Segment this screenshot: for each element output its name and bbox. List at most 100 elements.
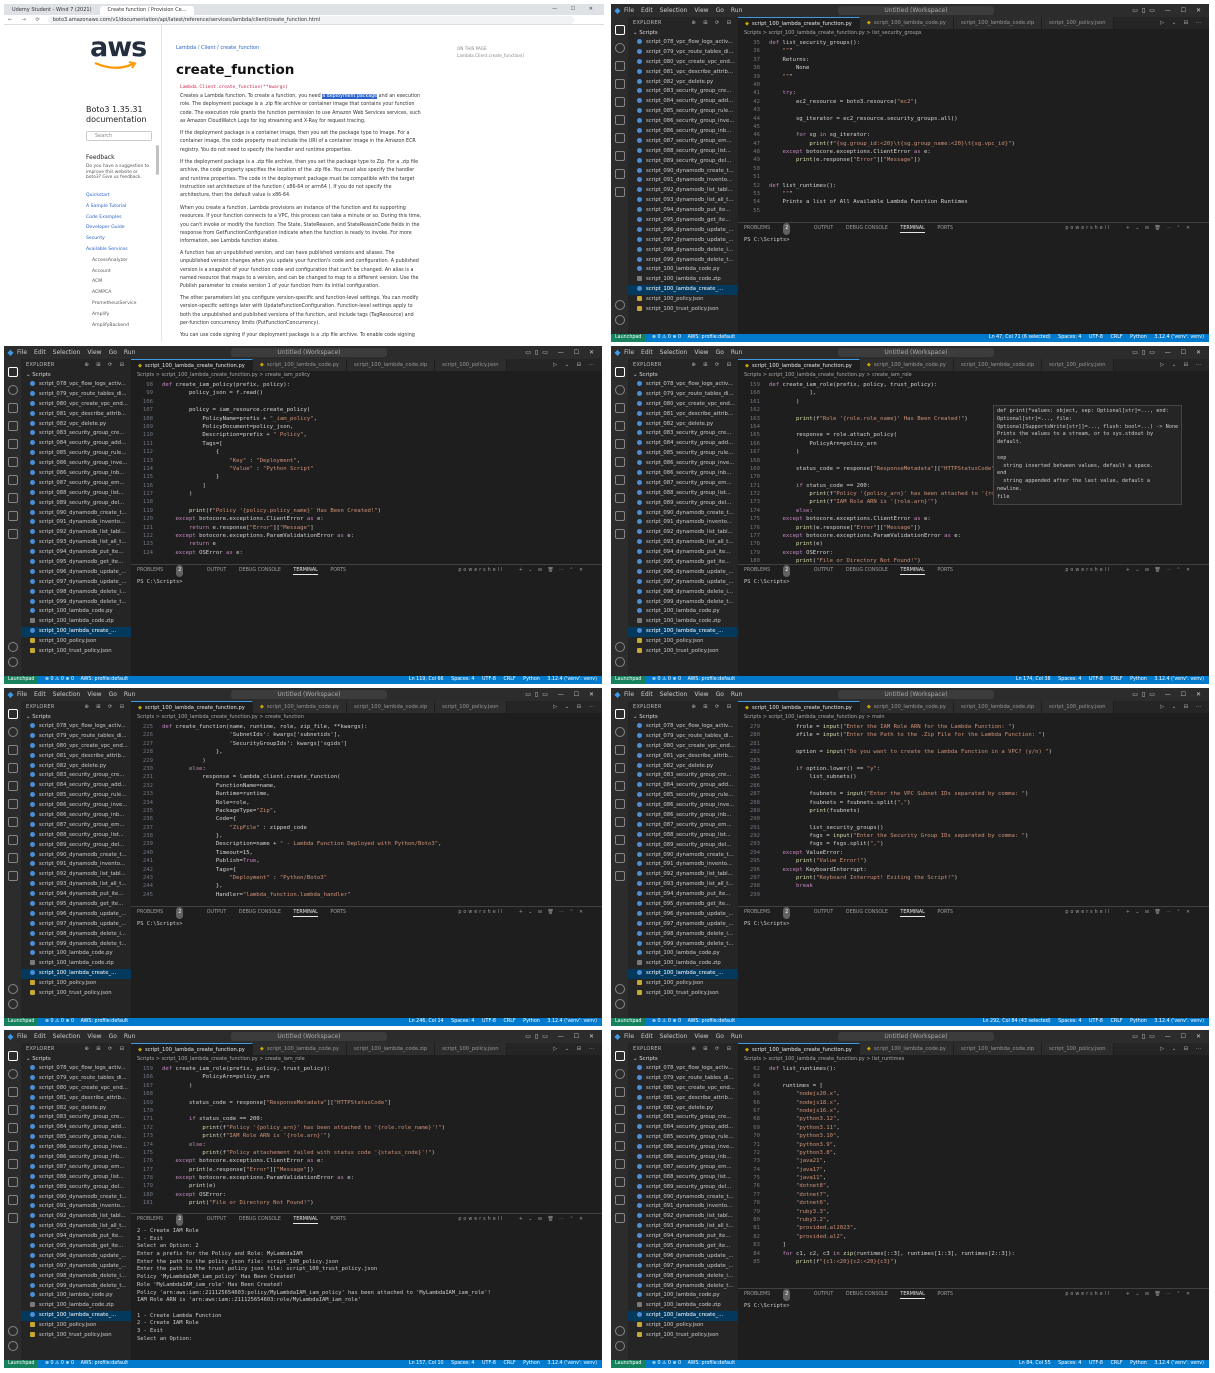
- indent-status[interactable]: Spaces: 4: [1058, 1019, 1081, 1024]
- code-editor[interactable]: 62 def list_runtimes(): 63 64 runtimes = [6…: [738, 1064, 1209, 1266]
- explorer-file-item[interactable]: script_100_lambda_code.zip: [21, 959, 131, 969]
- run-debug-icon[interactable]: [614, 421, 625, 431]
- explorer-file-item[interactable]: script_091_dynamodb_invento...: [628, 176, 738, 186]
- explorer-file-item[interactable]: script_086_security_group_inb...: [628, 469, 738, 479]
- explorer-file-item[interactable]: script_086_security_group_inve...: [628, 117, 738, 127]
- code-line[interactable]: 122 except botocore.exceptions.ParamVali…: [131, 532, 602, 540]
- code-line[interactable]: 47 print(f"{sg.group_id:<20}\t{sg.group_…: [738, 140, 1209, 148]
- code-line[interactable]: 46 for sg in sg_iterator:: [738, 131, 1209, 139]
- command-center-search[interactable]: Untitled (Workspace): [838, 690, 994, 699]
- explorer-file-item[interactable]: script_100_lambda_code.zip: [628, 617, 738, 627]
- explorer-file-item[interactable]: script_100_lambda_code.py: [21, 607, 131, 617]
- status-errors[interactable]: ⊗ 0 ⚠ 0 ⊕ 0: [652, 677, 681, 682]
- aws-profile-status[interactable]: AWS: profile:default: [688, 1019, 736, 1024]
- code-line[interactable]: 52 def list_runtimes():: [738, 182, 1209, 190]
- explorer-actions[interactable]: ⊕ ⊞ ⟳ ⊟: [691, 1043, 734, 1055]
- explorer-file-item[interactable]: script_089_security_group_del...: [628, 841, 738, 851]
- code-line[interactable]: 120 except botocore.exceptions.ClientErr…: [131, 515, 602, 523]
- explorer-file-item[interactable]: script_092_dynamodb_list_tabl...: [628, 1212, 738, 1222]
- explorer-file-item[interactable]: script_092_dynamodb_list_tabl...: [21, 870, 131, 880]
- code-line[interactable]: 177 print(e.response["Error"]["Message"]…: [131, 1166, 602, 1174]
- code-line[interactable]: 81 "provided.al2023",: [738, 1224, 1209, 1232]
- tab-lambda-create-function[interactable]: ◆ script_100_lambda_create_function.py: [738, 17, 860, 29]
- explorer-file-item[interactable]: script_080_vpc_create_vpc_end...: [21, 1084, 131, 1094]
- code-line[interactable]: 281: [738, 740, 1209, 748]
- docker-icon[interactable]: [614, 1213, 625, 1223]
- menu-go[interactable]: Go: [716, 349, 724, 356]
- tab-debug-console[interactable]: DEBUG CONSOLE: [846, 568, 888, 573]
- menu-view[interactable]: View: [694, 349, 708, 356]
- code-line[interactable]: 106: [131, 398, 602, 406]
- python-icon[interactable]: [7, 511, 18, 521]
- command-center-search[interactable]: Untitled (Workspace): [838, 6, 994, 15]
- code-line[interactable]: 171 if status_code == 200:: [131, 1115, 602, 1123]
- explorer-file-item[interactable]: script_088_security_group_list...: [21, 489, 131, 499]
- aws-toolkit-icon[interactable]: [614, 475, 625, 485]
- menu-file[interactable]: File: [624, 7, 634, 14]
- code-line[interactable]: 167 ): [131, 1082, 602, 1090]
- code-line[interactable]: 286: [738, 782, 1209, 790]
- code-line[interactable]: 181 print("File or Directory Not Found!"…: [131, 1199, 602, 1207]
- code-line[interactable]: 99 policy_json = f.read(): [131, 389, 602, 397]
- nav-sublink[interactable]: Amplify: [86, 310, 156, 321]
- folder-scripts[interactable]: ⌄ Scripts: [628, 1055, 738, 1064]
- code-line[interactable]: 55: [738, 207, 1209, 215]
- tab-problems[interactable]: PROBLEMS 2: [137, 1214, 194, 1226]
- tab-debug-console[interactable]: DEBUG CONSOLE: [846, 1292, 888, 1297]
- explorer-file-item[interactable]: script_084_security_group_add...: [21, 781, 131, 791]
- code-line[interactable]: 177 except botocore.exceptions.ParamVali…: [738, 532, 1209, 540]
- explorer-file-item[interactable]: script_090_dynamodb_create_t...: [628, 167, 738, 177]
- explorer-file-item[interactable]: script_095_dynamodb_get_ite...: [628, 1242, 738, 1252]
- code-line[interactable]: 110 Description=prefix + " Policy",: [131, 431, 602, 439]
- remote-explorer-icon[interactable]: [614, 151, 625, 161]
- explorer-icon[interactable]: [7, 709, 18, 719]
- explorer-file-item[interactable]: script_080_vpc_create_vpc_end...: [628, 58, 738, 68]
- explorer-file-item[interactable]: script_082_vpc_delete.py: [628, 1104, 738, 1114]
- menu-go[interactable]: Go: [716, 691, 724, 698]
- eol-status[interactable]: CRLF: [1111, 677, 1123, 682]
- explorer-file-item[interactable]: script_098_dynamodb_delete_i...: [21, 1272, 131, 1282]
- explorer-file-item[interactable]: script_094_dynamodb_put_ite...: [628, 548, 738, 558]
- code-line[interactable]: 84 for c1, c2, c3 in zip(runtimes[::3], …: [738, 1250, 1209, 1258]
- search-icon[interactable]: [614, 385, 625, 395]
- menu-run[interactable]: Run: [124, 349, 136, 356]
- code-line[interactable]: 290: [738, 815, 1209, 823]
- tab-lambda-create-function[interactable]: ◆ script_100_lambda_create_function.py: [131, 1043, 253, 1055]
- code-line[interactable]: 227 'SecurityGroupIds': kwargs['sgids']: [131, 740, 602, 748]
- tab-ports[interactable]: PORTS: [937, 568, 953, 573]
- source-control-icon[interactable]: [614, 403, 625, 413]
- interpreter-status[interactable]: 3.12.4 ('venv': venv): [1154, 1361, 1204, 1366]
- account-icon[interactable]: [614, 1326, 625, 1336]
- cursor-position[interactable]: Ln 47, Col 71 (6 selected): [989, 335, 1051, 340]
- explorer-file-item[interactable]: script_091_dynamodb_invento...: [21, 1202, 131, 1212]
- code-line[interactable]: 159 def create_iam_role(prefix, policy, t…: [131, 1065, 602, 1073]
- code-line[interactable]: 174 else:: [738, 507, 1209, 515]
- language-status[interactable]: Python: [1130, 335, 1147, 340]
- search-icon[interactable]: [7, 727, 18, 737]
- explorer-file-item[interactable]: script_086_security_group_inb...: [21, 1153, 131, 1163]
- menu-run[interactable]: Run: [124, 1033, 136, 1040]
- extensions-icon[interactable]: [7, 781, 18, 791]
- explorer-file-item[interactable]: script_095_dynamodb_get_ite...: [628, 216, 738, 226]
- explorer-file-item[interactable]: script_081_vpc_describe_attrib...: [21, 410, 131, 420]
- terminal-actions[interactable]: powershell + ⌄ ⊟ 🗑 ⋯ ⌃ ✕: [1065, 1289, 1192, 1301]
- indent-status[interactable]: Spaces: 4: [451, 1361, 474, 1366]
- explorer-file-item[interactable]: script_096_dynamodb_update_...: [628, 910, 738, 920]
- command-center-search[interactable]: Untitled (Workspace): [231, 348, 387, 357]
- code-line[interactable]: 180 except OSError:: [131, 1191, 602, 1199]
- tab-problems[interactable]: PROBLEMS 2: [137, 907, 194, 919]
- source-control-icon[interactable]: [7, 745, 18, 755]
- indent-status[interactable]: Spaces: 4: [1058, 335, 1081, 340]
- explorer-file-item[interactable]: script_078_vpc_flow_logs_activ...: [628, 1064, 738, 1074]
- explorer-file-item[interactable]: script_099_dynamodb_delete_t...: [21, 940, 131, 950]
- explorer-file-item[interactable]: script_083_security_group_cre...: [21, 429, 131, 439]
- explorer-file-item[interactable]: script_094_dynamodb_put_ite...: [21, 548, 131, 558]
- menu-view[interactable]: View: [694, 691, 708, 698]
- interpreter-status[interactable]: 3.12.4 ('venv': venv): [1154, 1019, 1204, 1024]
- code-editor[interactable]: 159 def create_iam_role(prefix, policy, t…: [131, 1064, 602, 1208]
- tab-lambda-create-function[interactable]: ◆ script_100_lambda_create_function.py: [738, 359, 860, 371]
- explorer-file-item[interactable]: script_097_dynamodb_update_...: [21, 578, 131, 588]
- explorer-file-item[interactable]: script_084_security_group_add...: [628, 439, 738, 449]
- code-line[interactable]: 76 "dotnet8",: [738, 1182, 1209, 1190]
- tab-lambda-zip[interactable]: script_100_lambda_code.zip: [346, 701, 436, 713]
